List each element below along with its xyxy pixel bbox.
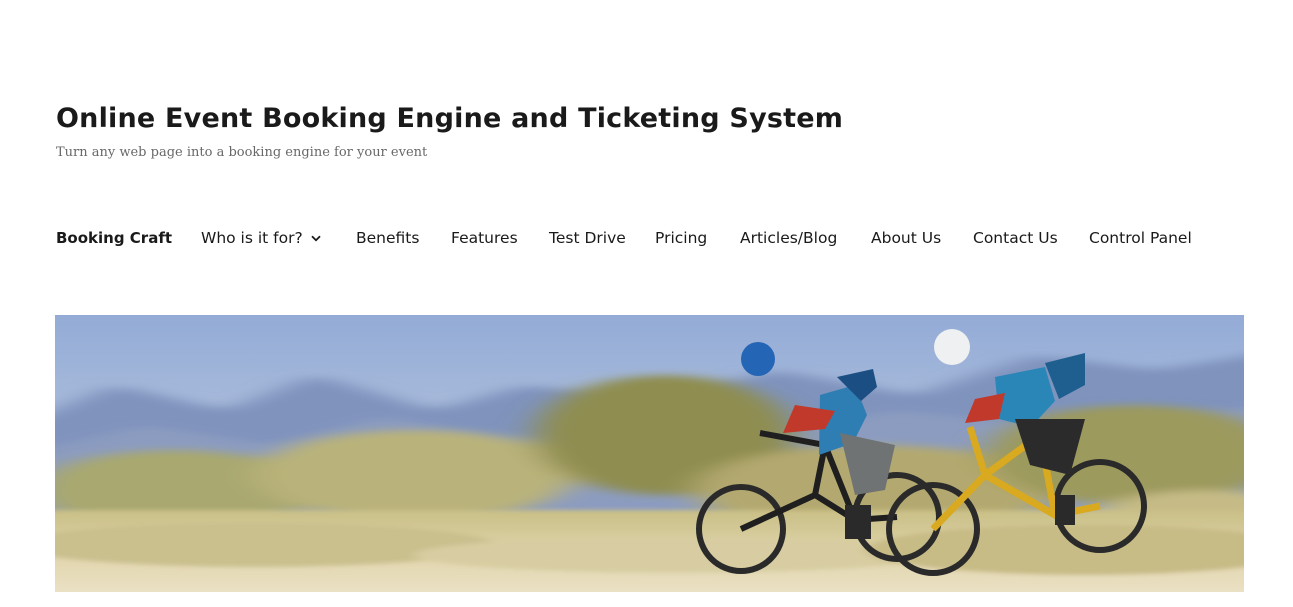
nav-item-test-drive[interactable]: Test Drive bbox=[549, 226, 626, 250]
site-tagline: Turn any web page into a booking engine … bbox=[56, 145, 428, 160]
nav-item-label: About Us bbox=[871, 229, 942, 247]
main-navigation: Booking Craft Who is it for? Benefits Fe… bbox=[0, 226, 1293, 252]
nav-item-label: Articles/Blog bbox=[740, 229, 838, 247]
page: Online Event Booking Engine and Ticketin… bbox=[0, 0, 1293, 607]
chevron-down-icon[interactable] bbox=[311, 225, 321, 249]
hero-image bbox=[55, 315, 1244, 592]
nav-item-label: Booking Craft bbox=[56, 229, 173, 247]
nav-item-pricing[interactable]: Pricing bbox=[655, 226, 707, 250]
nav-item-label: Features bbox=[451, 229, 518, 247]
nav-item-contact-us[interactable]: Contact Us bbox=[973, 226, 1058, 250]
nav-item-label: Contact Us bbox=[973, 229, 1058, 247]
nav-item-booking-craft[interactable]: Booking Craft bbox=[56, 226, 172, 250]
nav-item-label: Benefits bbox=[356, 229, 420, 247]
nav-item-features[interactable]: Features bbox=[451, 226, 518, 250]
nav-item-label: Who is it for? bbox=[201, 229, 303, 247]
hero-illustration bbox=[55, 315, 1244, 592]
nav-item-benefits[interactable]: Benefits bbox=[356, 226, 419, 250]
nav-item-about-us[interactable]: About Us bbox=[871, 226, 941, 250]
nav-item-who-is-it-for[interactable]: Who is it for? bbox=[201, 226, 321, 251]
nav-item-label: Pricing bbox=[655, 229, 708, 247]
nav-item-control-panel[interactable]: Control Panel bbox=[1089, 226, 1192, 250]
nav-item-label: Control Panel bbox=[1089, 229, 1192, 247]
site-title[interactable]: Online Event Booking Engine and Ticketin… bbox=[56, 103, 843, 134]
nav-item-articles-blog[interactable]: Articles/Blog bbox=[740, 226, 837, 250]
nav-item-label: Test Drive bbox=[549, 229, 626, 247]
